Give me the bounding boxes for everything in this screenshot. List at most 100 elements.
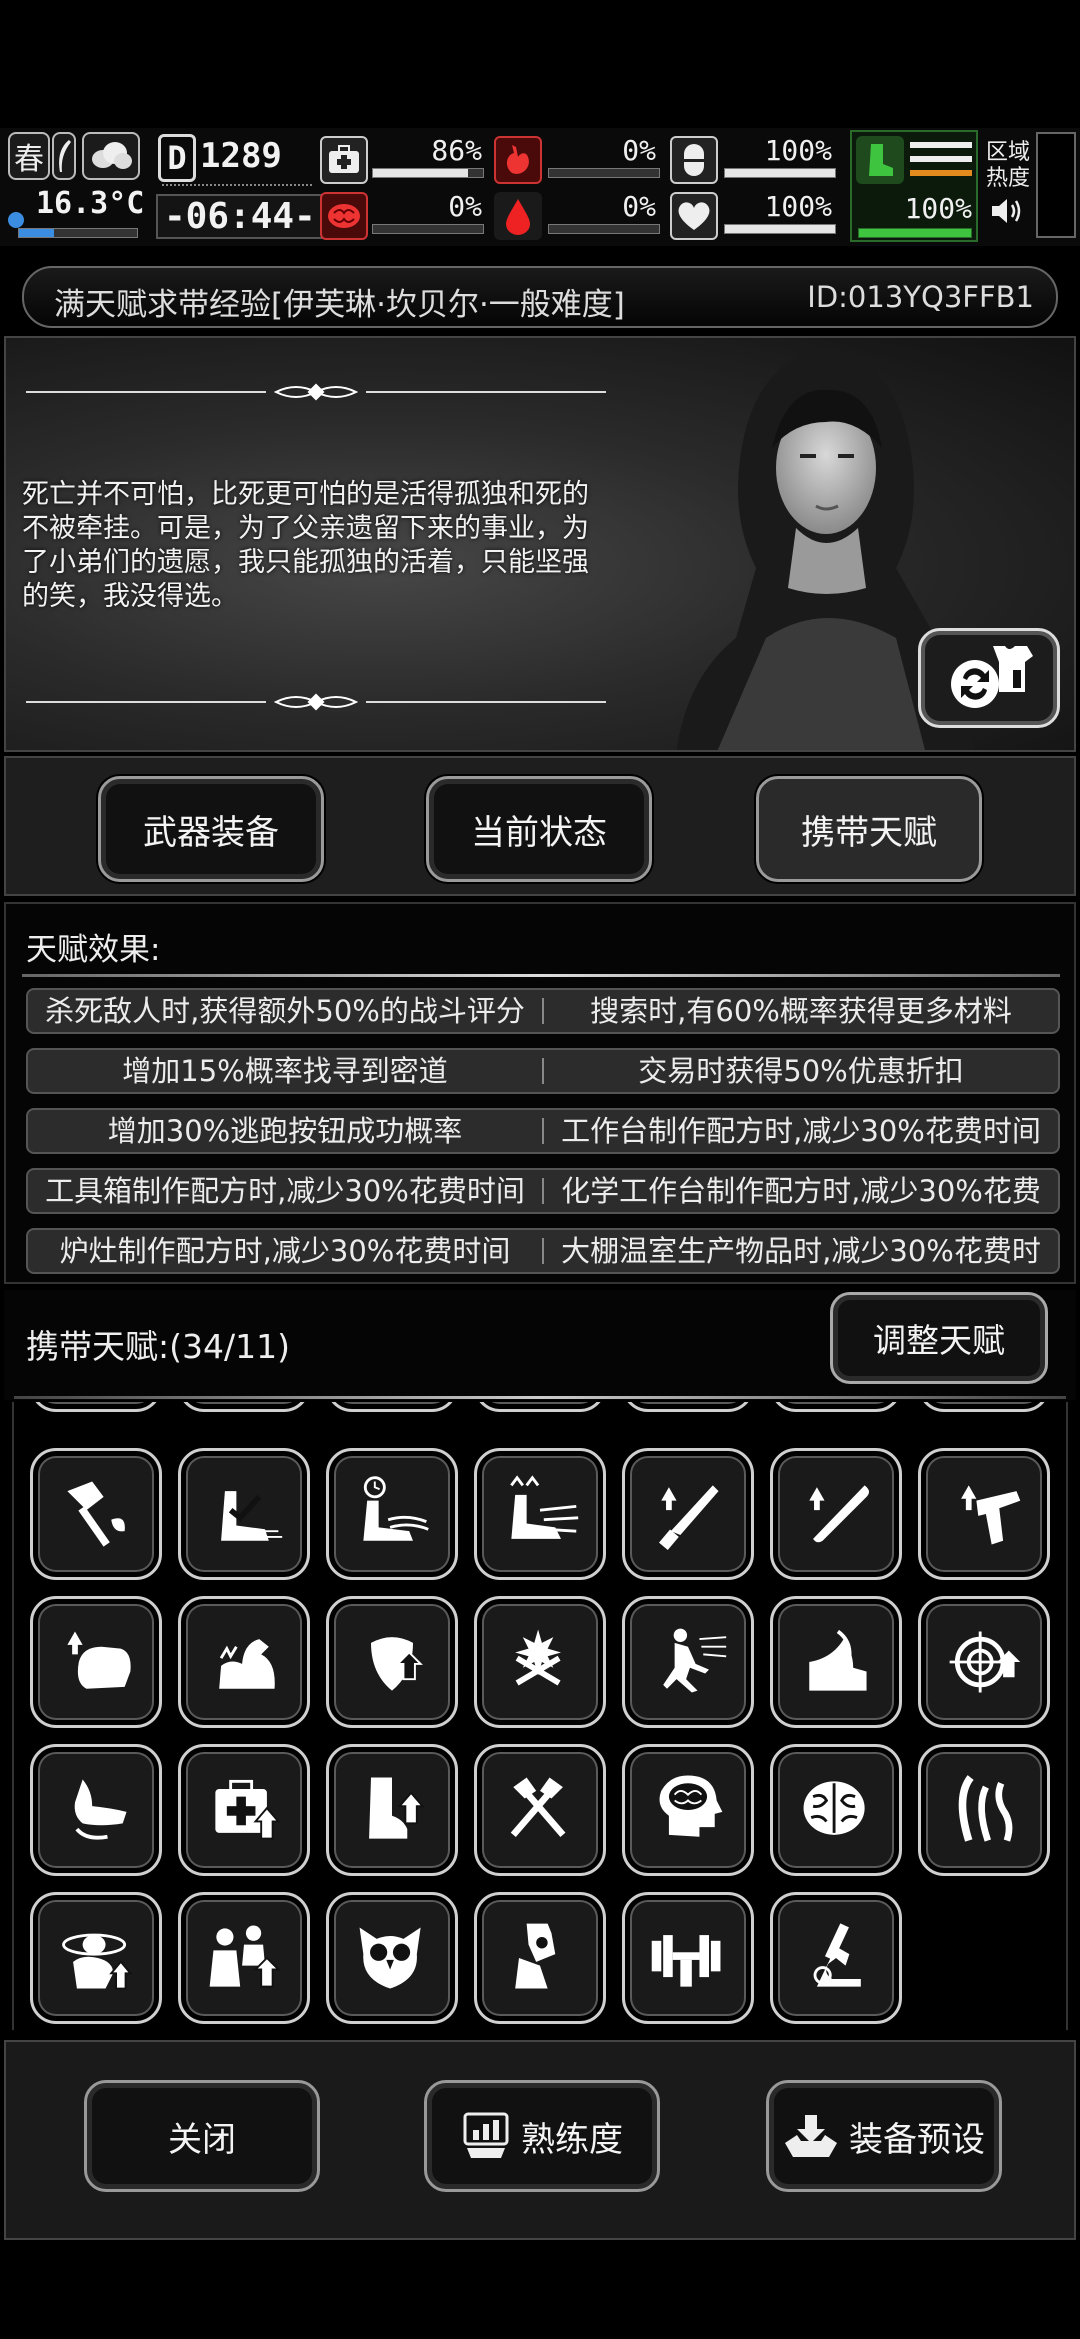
effect-text: 化学工作台制作配方时,减少30%花费 <box>561 1174 1041 1208</box>
talent-slot-partial[interactable] <box>770 1402 902 1412</box>
talent-slot-partial[interactable] <box>30 1402 162 1412</box>
talent-slot[interactable] <box>474 1744 606 1876</box>
talent-grid[interactable] <box>12 1402 1068 2030</box>
glove-up-icon <box>67 1631 131 1689</box>
carried-talents-count: 携带天赋:(34/11) <box>26 1327 290 1366</box>
talent-slot-partial[interactable] <box>918 1402 1050 1412</box>
talent-slot[interactable] <box>770 1596 902 1728</box>
talent-slot[interactable] <box>326 1448 458 1580</box>
talent-slot[interactable] <box>30 1892 162 2024</box>
tab-status[interactable]: 当前状态 <box>426 776 652 882</box>
pill-icon <box>670 136 718 184</box>
talent-slot[interactable] <box>622 1596 754 1728</box>
talent-slot[interactable] <box>30 1448 162 1580</box>
bat-up-icon <box>809 1485 869 1543</box>
heat-meter <box>1036 132 1076 238</box>
chart-badge-icon <box>463 2112 509 2158</box>
talent-slot[interactable] <box>918 1448 1050 1580</box>
tab-row: 武器装备 当前状态 携带天赋 <box>4 756 1076 896</box>
heart-value: 100% <box>764 190 832 223</box>
talent-slot-partial[interactable] <box>178 1402 310 1412</box>
heat-label: 热度 <box>986 166 1031 191</box>
talent-slot[interactable] <box>178 1744 310 1876</box>
boot-clock-icon <box>363 1476 429 1541</box>
effect-text: 工作台制作配方时,减少30%花费时间 <box>561 1114 1041 1148</box>
tab-talents-label: 携带天赋 <box>801 812 937 853</box>
effects-divider <box>22 974 1060 977</box>
area-heat: 区域 热度 <box>986 140 1030 192</box>
talent-slot[interactable] <box>30 1744 162 1876</box>
running-man-icon <box>663 1628 727 1693</box>
character-story-panel: 死亡并不可怕，比死更可怕的是活得孤独和死的不被牵挂。可是，为了父亲遗留下来的事业… <box>4 336 1076 752</box>
close-button[interactable]: 关闭 <box>84 2080 320 2192</box>
adjust-talents-button[interactable]: 调整天赋 <box>830 1292 1048 1384</box>
stamina-stripe-3 <box>910 170 972 176</box>
talent-slot[interactable] <box>326 1596 458 1728</box>
equipment-preset-button[interactable]: 装备预设 <box>766 2080 1002 2192</box>
boot-dash-icon <box>510 1475 579 1539</box>
shoe-ramp-icon <box>809 1629 867 1691</box>
effect-row: 杀死敌人时,获得额外50%的战斗评分 搜索时,有60%概率获得更多材料 <box>26 988 1060 1034</box>
speaker-icon[interactable] <box>990 196 1024 230</box>
talent-slot[interactable] <box>622 1892 754 2024</box>
talent-slot[interactable] <box>918 1744 1050 1876</box>
talent-slot[interactable] <box>178 1892 310 2024</box>
boot-icon <box>856 136 904 184</box>
proficiency-label: 熟练度 <box>521 2119 623 2160</box>
tab-status-label: 当前状态 <box>471 812 607 853</box>
axe-leaf-icon <box>67 1481 125 1547</box>
talent-slot[interactable] <box>474 1596 606 1728</box>
talent-slot[interactable] <box>770 1448 902 1580</box>
talent-slot[interactable] <box>770 1744 902 1876</box>
bottom-bar: 关闭 熟练度 装备预设 <box>4 2040 1076 2240</box>
tab-talents[interactable]: 携带天赋 <box>756 776 982 882</box>
heart-bar <box>724 224 836 234</box>
talent-slot[interactable] <box>326 1744 458 1876</box>
medicine-value: 100% <box>764 134 832 167</box>
thermometer-icon <box>8 212 24 228</box>
muscle-icon <box>219 1639 275 1689</box>
season-label: 春 <box>14 142 44 177</box>
area-label: 区域 <box>986 140 1031 165</box>
change-outfit-button[interactable] <box>918 628 1060 728</box>
talent-slot[interactable] <box>622 1744 754 1876</box>
heart-icon <box>670 192 718 240</box>
stamina-value: 100% <box>904 192 972 225</box>
talent-slot[interactable] <box>474 1448 606 1580</box>
arm-icon <box>74 1779 127 1840</box>
talent-slot-partial[interactable] <box>326 1402 458 1412</box>
day-counter: 1289 <box>200 136 282 176</box>
owl-icon <box>359 1927 421 1989</box>
talent-slot-partial[interactable] <box>474 1402 606 1412</box>
boot-speed-icon <box>221 1491 283 1541</box>
medicine-bar <box>724 168 836 178</box>
talent-slot[interactable] <box>770 1892 902 2024</box>
talent-slot[interactable] <box>178 1596 310 1728</box>
stamina-bar <box>858 228 972 238</box>
download-box-icon <box>785 2115 837 2157</box>
talent-slot-partial[interactable] <box>622 1402 754 1412</box>
stamina-panel: 100% <box>850 130 978 242</box>
effect-text: 大棚温室生产物品时,减少30%花费时 <box>561 1234 1041 1268</box>
talent-slot[interactable] <box>178 1448 310 1580</box>
temperature: 16.3°C <box>36 186 145 221</box>
effect-row: 增加30%逃跑按钮成功概率 工作台制作配方时,减少30%花费时间 <box>26 1108 1060 1154</box>
effect-row: 增加15%概率找寻到密道 交易时获得50%优惠折扣 <box>26 1048 1060 1094</box>
effect-text: 交易时获得50%优惠折扣 <box>638 1054 964 1088</box>
talent-slot[interactable] <box>622 1448 754 1580</box>
shield-up-icon <box>371 1637 423 1691</box>
talent-slot[interactable] <box>474 1892 606 2024</box>
head-brain-icon <box>659 1775 723 1837</box>
crossed-blades-icon <box>515 1629 561 1686</box>
proficiency-button[interactable]: 熟练度 <box>424 2080 660 2192</box>
tab-weapons[interactable]: 武器装备 <box>98 776 324 882</box>
effect-row: 工具箱制作配方时,减少30%花费时间 化学工作台制作配方时,减少30%花费 <box>26 1168 1060 1214</box>
talent-slot[interactable] <box>30 1596 162 1728</box>
head-orbit-icon <box>62 1933 133 1990</box>
close-label: 关闭 <box>168 2119 236 2160</box>
talent-slot[interactable] <box>326 1892 458 2024</box>
day-icon: D <box>158 134 196 182</box>
save-title: 满天赋求带经验[伊芙琳·坎贝尔·一般难度] <box>54 287 625 323</box>
talent-slot[interactable] <box>918 1596 1050 1728</box>
feather-icon <box>52 132 76 180</box>
